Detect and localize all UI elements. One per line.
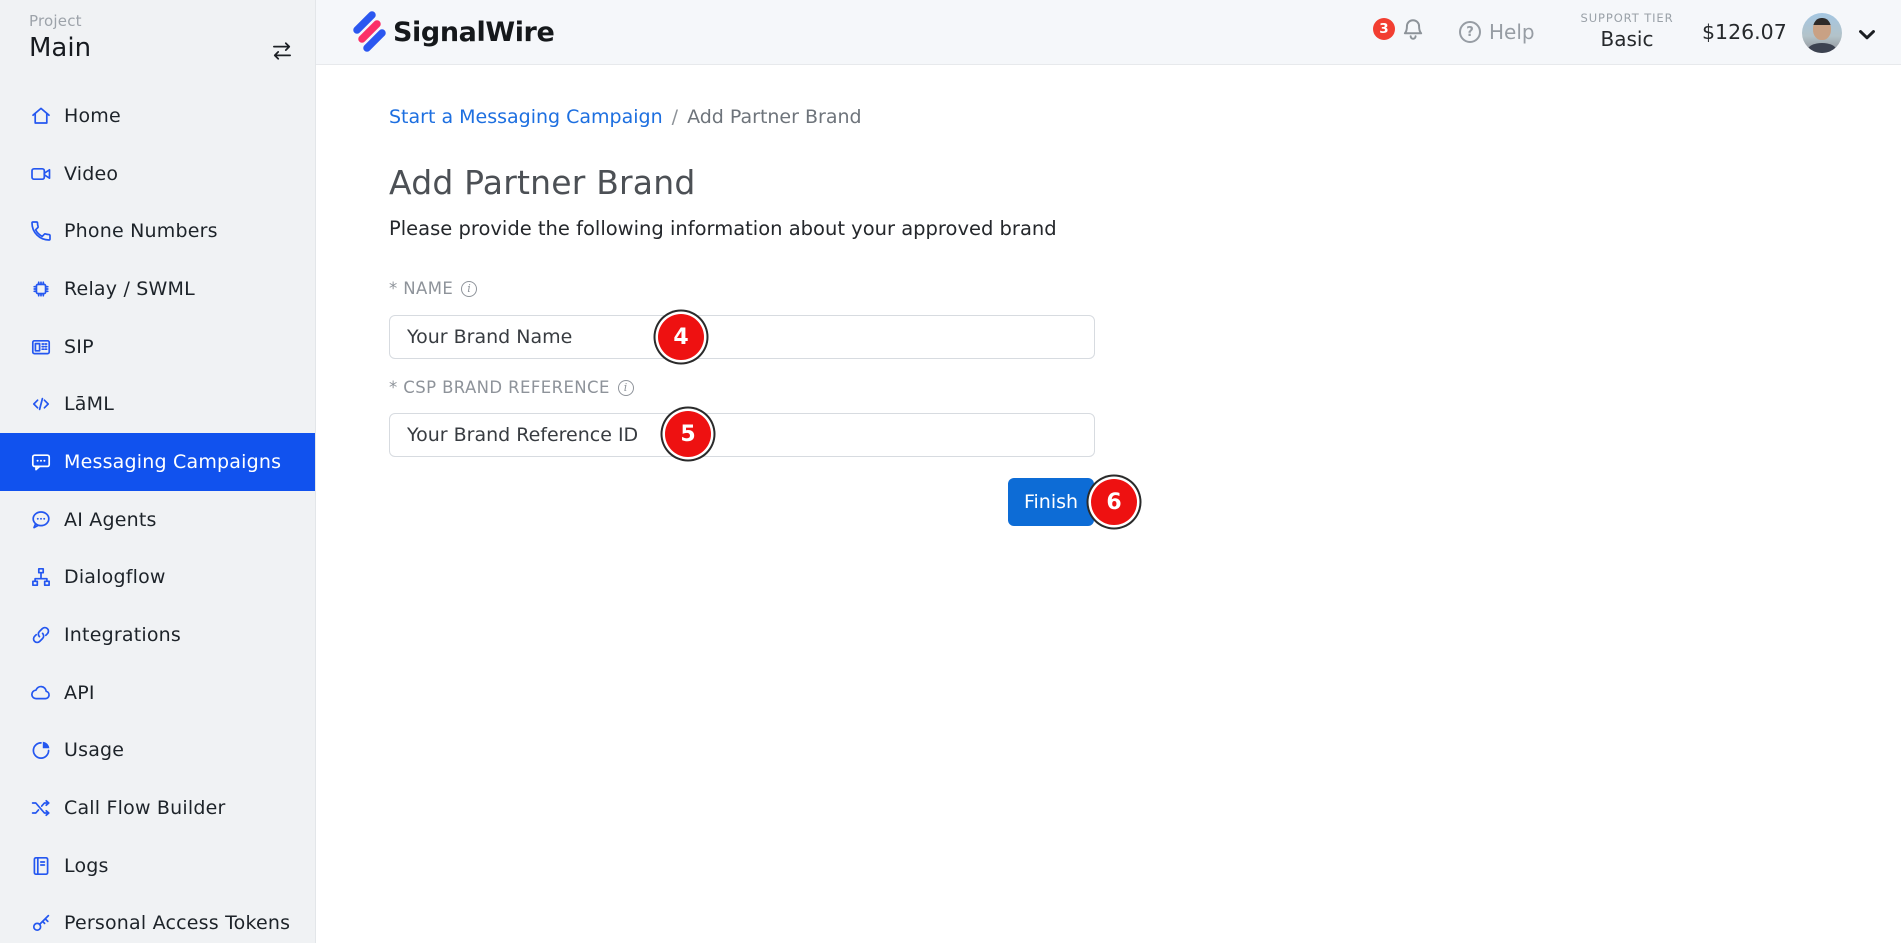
- info-icon[interactable]: i: [461, 281, 477, 297]
- sidebar: Project Main Home Video Phone Numbers Relay…: [0, 0, 316, 943]
- sidebar-item-video[interactable]: Video: [0, 145, 315, 203]
- book-icon: [29, 854, 53, 878]
- page-title: Add Partner Brand: [389, 163, 696, 202]
- chat-bubble-icon: [29, 450, 53, 474]
- sidebar-nav: Home Video Phone Numbers Relay / SWML SIP LāM…: [0, 87, 315, 943]
- help-button[interactable]: ? Help: [1459, 20, 1535, 44]
- switch-project-icon[interactable]: [269, 38, 295, 64]
- name-field-label: * NAME i: [389, 279, 477, 298]
- breadcrumb: Start a Messaging Campaign / Add Partner…: [389, 106, 862, 128]
- brand-name: SignalWire: [393, 17, 554, 48]
- brand-reference-input[interactable]: [389, 413, 1095, 457]
- support-tier-value: Basic: [1552, 27, 1702, 51]
- project-switcher: Project Main: [0, 0, 315, 63]
- csp-field-label-text: * CSP BRAND REFERENCE: [389, 378, 610, 397]
- sidebar-item-label: Messaging Campaigns: [64, 451, 281, 473]
- sidebar-item-phone-numbers[interactable]: Phone Numbers: [0, 202, 315, 260]
- sidebar-item-label: Usage: [64, 739, 124, 761]
- account-balance[interactable]: $126.07: [1702, 20, 1787, 44]
- shuffle-icon: [29, 796, 53, 820]
- sidebar-item-ai-agents[interactable]: AI Agents: [0, 491, 315, 549]
- question-circle-icon: ?: [1459, 21, 1481, 43]
- annotation-marker-6: 6: [1091, 479, 1137, 525]
- notifications-button[interactable]: 3: [1373, 12, 1435, 52]
- sidebar-item-label: LāML: [64, 393, 114, 415]
- sidebar-item-home[interactable]: Home: [0, 87, 315, 145]
- sidebar-item-l-ml[interactable]: LāML: [0, 375, 315, 433]
- sidebar-item-label: AI Agents: [64, 509, 157, 531]
- desk-phone-icon: [29, 335, 53, 359]
- sidebar-item-sip[interactable]: SIP: [0, 318, 315, 376]
- app-window: Project Main Home Video Phone Numbers Relay…: [0, 0, 1901, 943]
- speech-balloon-icon: [29, 508, 53, 532]
- csp-brand-reference-label: * CSP BRAND REFERENCE i: [389, 378, 634, 397]
- help-label: Help: [1489, 20, 1535, 44]
- pie-chart-icon: [29, 738, 53, 762]
- sidebar-item-relay-swml[interactable]: Relay / SWML: [0, 260, 315, 318]
- finish-button[interactable]: Finish: [1008, 478, 1094, 526]
- name-field-label-text: * NAME: [389, 279, 453, 298]
- header: SignalWire 3 ? Help SUPPORT TIER Basic $…: [316, 0, 1901, 65]
- sidebar-item-label: Integrations: [64, 624, 181, 646]
- support-tier-label: SUPPORT TIER: [1552, 11, 1702, 25]
- project-label: Project: [29, 12, 297, 30]
- sidebar-item-usage[interactable]: Usage: [0, 722, 315, 780]
- info-icon[interactable]: i: [618, 380, 634, 396]
- cloud-icon: [29, 681, 53, 705]
- chevron-down-icon[interactable]: [1858, 26, 1876, 38]
- sidebar-item-personal-access-tokens[interactable]: Personal Access Tokens: [0, 895, 315, 943]
- sidebar-item-label: Logs: [64, 855, 109, 877]
- signalwire-logo-icon: [346, 10, 390, 54]
- sidebar-item-label: Personal Access Tokens: [64, 912, 290, 934]
- notification-count-badge: 3: [1373, 18, 1395, 40]
- video-camera-icon: [29, 162, 53, 186]
- sidebar-item-api[interactable]: API: [0, 664, 315, 722]
- sidebar-item-label: Dialogflow: [64, 566, 166, 588]
- key-icon: [29, 911, 53, 935]
- link-icon: [29, 623, 53, 647]
- sidebar-item-label: Call Flow Builder: [64, 797, 226, 819]
- sidebar-item-label: SIP: [64, 336, 94, 358]
- org-chart-icon: [29, 565, 53, 589]
- main-content: Start a Messaging Campaign / Add Partner…: [316, 65, 1901, 943]
- annotation-marker-4: 4: [658, 314, 704, 360]
- sidebar-item-label: API: [64, 682, 95, 704]
- sidebar-item-label: Relay / SWML: [64, 278, 195, 300]
- annotation-marker-5: 5: [665, 411, 711, 457]
- avatar[interactable]: [1802, 13, 1842, 53]
- breadcrumb-current: Add Partner Brand: [687, 106, 862, 128]
- brand-name-input[interactable]: [389, 315, 1095, 359]
- sidebar-item-label: Home: [64, 105, 121, 127]
- support-tier: SUPPORT TIER Basic: [1552, 11, 1702, 51]
- sidebar-item-logs[interactable]: Logs: [0, 837, 315, 895]
- sidebar-item-dialogflow[interactable]: Dialogflow: [0, 549, 315, 607]
- bell-icon: [1399, 16, 1427, 44]
- sidebar-item-label: Phone Numbers: [64, 220, 218, 242]
- chip-icon: [29, 277, 53, 301]
- phone-icon: [29, 219, 53, 243]
- breadcrumb-link-start-messaging-campaign[interactable]: Start a Messaging Campaign: [389, 106, 663, 128]
- sidebar-item-integrations[interactable]: Integrations: [0, 606, 315, 664]
- home-icon: [29, 104, 53, 128]
- breadcrumb-separator: /: [672, 106, 678, 128]
- sidebar-item-call-flow-builder[interactable]: Call Flow Builder: [0, 779, 315, 837]
- brand: SignalWire: [346, 10, 554, 54]
- code-icon: [29, 392, 53, 416]
- sidebar-item-label: Video: [64, 163, 118, 185]
- page-subtitle: Please provide the following information…: [389, 217, 1057, 240]
- project-name: Main: [29, 33, 297, 63]
- sidebar-item-messaging-campaigns[interactable]: Messaging Campaigns: [0, 433, 315, 491]
